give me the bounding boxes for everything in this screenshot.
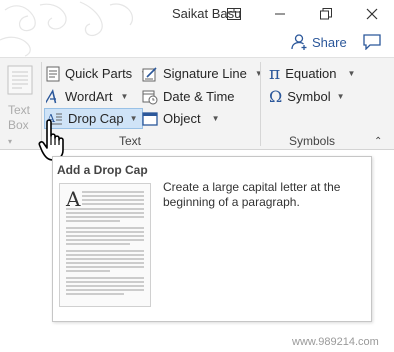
text-box-label-line2: Box ▾ — [8, 118, 29, 146]
chevron-down-icon: ▼ — [347, 69, 356, 78]
date-time-icon — [142, 90, 158, 104]
ribbon-display-icon — [227, 7, 241, 20]
object-button[interactable]: Object ▼ — [142, 108, 220, 129]
text-box-label-line2-text: Box — [8, 118, 29, 132]
group-label-text: Text — [119, 134, 142, 148]
comments-button[interactable] — [361, 31, 383, 53]
chevron-down-icon: ▼ — [254, 69, 263, 78]
title-bar: Saikat Basu — [0, 0, 394, 57]
group-label-symbols: Symbols — [289, 134, 336, 148]
collapse-ribbon-button[interactable]: ⌃ — [374, 136, 382, 147]
text-box-label-line1: Text — [8, 103, 31, 117]
object-icon — [142, 111, 158, 126]
equation-button[interactable]: π Equation ▼ — [269, 63, 355, 84]
symbol-button[interactable]: Ω Symbol ▼ — [269, 86, 345, 107]
ribbon-display-options-button[interactable] — [214, 0, 254, 27]
text-box-label: Text Box ▾ — [8, 103, 36, 149]
quick-parts-button[interactable]: Quick Parts ▼ — [46, 63, 148, 84]
tooltip-title: Add a Drop Cap — [57, 163, 148, 177]
close-icon — [366, 8, 378, 19]
drop-cap-tooltip: Add a Drop Cap A Create a large capital … — [52, 156, 372, 322]
date-time-button[interactable]: Date & Time — [142, 86, 235, 107]
background-swirl-decoration — [0, 1, 133, 57]
wordart-button[interactable]: WordArt ▼ — [46, 86, 128, 107]
quick-parts-icon — [46, 66, 60, 81]
add-person-icon — [291, 34, 307, 50]
comment-icon — [363, 34, 381, 50]
wordart-icon — [46, 88, 57, 103]
share-label: Share — [312, 34, 347, 50]
minimize-icon — [275, 13, 285, 14]
signature-line-icon — [142, 66, 157, 81]
chevron-down-icon: ▼ — [211, 114, 220, 123]
chevron-down-icon: ▼ — [129, 114, 138, 123]
date-time-label: Date & Time — [163, 89, 235, 104]
signature-line-button[interactable]: Signature Line ▼ — [142, 63, 263, 84]
equation-label: Equation — [285, 66, 337, 81]
chevron-up-icon: ⌃ — [374, 136, 383, 147]
text-box-button[interactable]: Text Box ▾ — [4, 63, 36, 146]
preview-page-illustration: A — [65, 187, 144, 295]
share-button[interactable]: Share — [290, 31, 347, 53]
symbol-label: Symbol — [287, 89, 331, 104]
object-label: Object — [163, 111, 201, 126]
wordart-label: WordArt — [65, 89, 113, 104]
chevron-down-icon: ▼ — [336, 92, 345, 101]
preview-drop-cap-letter: A — [65, 187, 81, 211]
omega-icon: Ω — [269, 86, 283, 106]
signature-line-label: Signature Line — [163, 66, 247, 81]
pi-icon: π — [269, 63, 281, 84]
drop-cap-preview-image: A — [59, 183, 151, 307]
chevron-down-icon: ▼ — [120, 92, 129, 101]
group-separator — [260, 62, 261, 146]
watermark-text: www.989214.com — [292, 336, 379, 348]
tooltip-description: Create a large capital letter at the beg… — [163, 180, 341, 209]
drop-cap-label: Drop Cap — [68, 111, 124, 126]
text-box-icon — [7, 65, 33, 95]
restore-button[interactable] — [306, 0, 346, 27]
restore-window-icon — [320, 7, 332, 19]
quick-parts-label: Quick Parts — [65, 66, 133, 81]
minimize-button[interactable] — [260, 0, 300, 27]
close-button[interactable] — [352, 0, 392, 27]
